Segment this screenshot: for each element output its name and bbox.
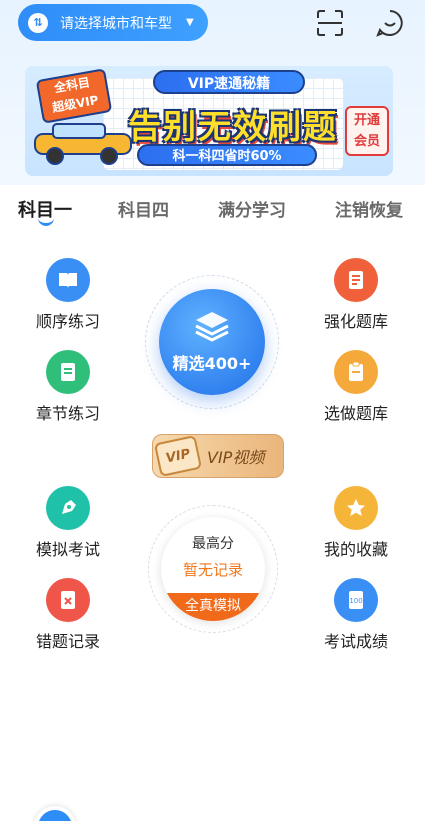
wrong-record-label: 错题记录 <box>35 632 100 651</box>
tab-cancel-restore[interactable]: 注销恢复 <box>335 196 403 221</box>
intensive-bank-label: 强化题库 <box>323 312 388 331</box>
exam-scores[interactable]: 100 考试成绩 <box>311 578 401 652</box>
highest-score-title: 最高分 <box>192 536 234 552</box>
star-icon <box>334 486 378 530</box>
full-mock-label: 全真模拟 <box>161 593 265 621</box>
car-illustration <box>34 123 132 165</box>
full-mock-exam-button[interactable]: 最高分 暂无记录 全真模拟 <box>148 505 278 633</box>
svg-text:100: 100 <box>349 597 362 605</box>
banner-subline: 科一科四省时60% <box>137 144 317 166</box>
selected-400-circle: 精选400+ <box>159 289 265 395</box>
subject-tabs: 科目一 科目四 满分学习 注销恢复 <box>0 188 425 230</box>
highest-score-value: 暂无记录 <box>182 561 243 579</box>
selected-400-label: 精选400+ <box>172 354 252 373</box>
chapter-practice[interactable]: 章节练习 <box>23 350 113 424</box>
mock-exam-label: 模拟考试 <box>35 540 100 559</box>
bottom-nav-home-icon[interactable] <box>34 806 76 821</box>
sequential-practice-label: 顺序练习 <box>35 312 100 331</box>
vip-video-label: VIP视频 <box>207 448 265 467</box>
score-circle: 最高分 暂无记录 全真模拟 <box>161 517 265 621</box>
favorites-label: 我的收藏 <box>323 540 388 559</box>
open-vip-button[interactable]: 开通 会员 <box>345 106 389 156</box>
scan-icon[interactable] <box>316 9 344 37</box>
custom-bank[interactable]: 选做题库 <box>311 350 401 424</box>
refresh-icon: ⇅ <box>28 12 48 33</box>
vip-promo-banner[interactable]: VIP速通秘籍 告别无效刷题 科一科四省时60% 开通 会员 全科目 超级VIP <box>25 66 393 176</box>
sequential-practice[interactable]: 顺序练习 <box>23 258 113 332</box>
scores-label: 考试成绩 <box>323 632 388 651</box>
document-icon <box>46 350 90 394</box>
banner-headline: 告别无效刷题 <box>128 107 338 146</box>
wrong-question-record[interactable]: 错题记录 <box>23 578 113 652</box>
wrong-record-icon <box>46 578 90 622</box>
chapter-practice-label: 章节练习 <box>35 404 100 423</box>
vip-title: VIP速通秘籍 <box>153 70 305 94</box>
pen-icon <box>46 486 90 530</box>
super-vip-badge: 全科目 超级VIP <box>35 68 113 124</box>
tab-subject-four[interactable]: 科目四 <box>118 196 169 221</box>
clipboard-icon <box>334 350 378 394</box>
my-favorites[interactable]: 我的收藏 <box>311 486 401 560</box>
city-car-selector[interactable]: ⇅ 请选择城市和车型 ▼ <box>18 4 208 41</box>
stacked-layers-icon <box>195 312 229 342</box>
top-header: ⇅ 请选择城市和车型 ▼ VIP速通秘籍 告别无效刷题 科一科四省时60% 开通… <box>0 0 425 185</box>
book-icon <box>46 258 90 302</box>
vip-video-button[interactable]: VIP VIP视频 <box>152 434 284 478</box>
intensive-bank[interactable]: 强化题库 <box>311 258 401 332</box>
custom-bank-label: 选做题库 <box>323 404 388 423</box>
vip-badge-icon: VIP <box>153 435 203 477</box>
mock-exam[interactable]: 模拟考试 <box>23 486 113 560</box>
tab-full-score-study[interactable]: 满分学习 <box>218 196 286 221</box>
selected-400-button[interactable]: 精选400+ <box>145 275 279 409</box>
city-selector-label: 请选择城市和车型 <box>60 15 172 32</box>
score-icon: 100 <box>334 578 378 622</box>
list-icon <box>334 258 378 302</box>
caret-down-icon: ▼ <box>186 17 194 28</box>
chat-icon[interactable] <box>375 8 405 38</box>
